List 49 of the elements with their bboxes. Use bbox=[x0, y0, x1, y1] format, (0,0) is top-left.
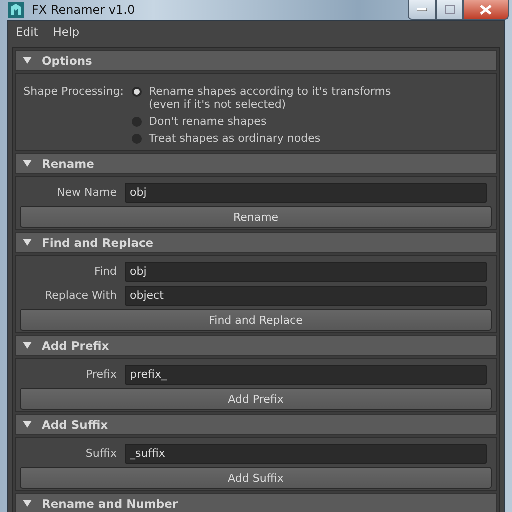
section-title: Options bbox=[42, 54, 92, 68]
window-title: FX Renamer v1.0 bbox=[32, 3, 136, 17]
text-field[interactable]: obj bbox=[125, 182, 487, 202]
section-header[interactable]: Options bbox=[15, 50, 497, 71]
section-header[interactable]: Rename and Number bbox=[15, 493, 497, 512]
close-button[interactable] bbox=[463, 0, 509, 20]
section-header[interactable]: Find and Replace bbox=[15, 232, 497, 253]
section-header[interactable]: Rename bbox=[15, 153, 497, 174]
minimize-icon bbox=[417, 8, 427, 12]
app-logo-icon bbox=[8, 2, 24, 18]
section-header[interactable]: Add Suffix bbox=[15, 414, 497, 435]
radio-button[interactable] bbox=[132, 134, 142, 144]
collapse-triangle-icon bbox=[23, 500, 32, 507]
section-title: Rename bbox=[42, 156, 94, 170]
action-button[interactable]: Add Prefix bbox=[20, 388, 492, 410]
collapse-triangle-icon bbox=[23, 342, 32, 349]
field-label: Replace With bbox=[44, 289, 117, 302]
text-field[interactable]: object bbox=[125, 286, 487, 306]
section-header[interactable]: Add Prefix bbox=[15, 335, 497, 356]
radio-button[interactable] bbox=[132, 87, 142, 97]
text-field[interactable]: _suffix bbox=[125, 444, 487, 464]
action-button[interactable]: Find and Replace bbox=[20, 309, 492, 331]
field-label: Shape Processing: bbox=[22, 85, 124, 100]
field-label: Find bbox=[93, 265, 117, 278]
radio-label: Treat shapes as ordinary nodes bbox=[149, 132, 321, 145]
field-label: Prefix bbox=[85, 368, 117, 381]
field-label: New Name bbox=[56, 186, 117, 199]
collapse-triangle-icon bbox=[23, 57, 32, 64]
menu-item[interactable]: Help bbox=[53, 25, 80, 41]
section-title: Rename and Number bbox=[42, 496, 178, 510]
section-title: Find and Replace bbox=[42, 236, 154, 250]
menu-item[interactable]: Edit bbox=[16, 25, 38, 41]
collapse-triangle-icon bbox=[23, 160, 32, 167]
action-button[interactable]: Add Suffix bbox=[20, 467, 492, 489]
collapse-triangle-icon bbox=[23, 421, 32, 428]
radio-label: Don't rename shapes bbox=[149, 115, 267, 128]
radio-button[interactable] bbox=[132, 117, 142, 127]
collapse-triangle-icon bbox=[23, 239, 32, 246]
text-field[interactable]: prefix_ bbox=[125, 364, 487, 384]
close-icon bbox=[480, 4, 492, 14]
section-title: Add Prefix bbox=[42, 338, 110, 352]
text-field[interactable]: obj bbox=[125, 262, 487, 282]
field-label: Suffix bbox=[84, 447, 117, 460]
radio-label: Rename shapes according to it's transforms (even if it's not selected) bbox=[149, 85, 392, 111]
section-title: Add Suffix bbox=[42, 418, 108, 432]
minimize-button[interactable] bbox=[408, 0, 436, 20]
maximize-button[interactable] bbox=[436, 0, 463, 20]
action-button[interactable]: Rename bbox=[20, 206, 492, 228]
maximize-icon bbox=[444, 5, 454, 14]
